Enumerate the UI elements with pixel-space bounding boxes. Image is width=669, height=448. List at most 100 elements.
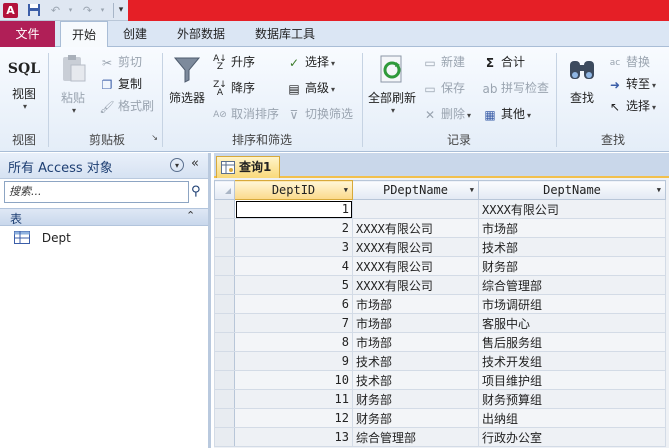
table-row[interactable]: 5 XXXX有限公司 综合管理部	[214, 275, 666, 295]
table-row[interactable]: 9 技术部 技术开发组	[214, 351, 666, 371]
find-button[interactable]: 查找	[562, 53, 602, 106]
cell-deptname[interactable]: 财务预算组	[478, 389, 666, 409]
replace-button[interactable]: ac 替换	[607, 52, 650, 72]
table-row[interactable]: 1 XXXX有限公司	[214, 199, 666, 219]
search-input[interactable]: 搜索...	[4, 181, 189, 203]
cell-deptid[interactable]: 2	[234, 218, 353, 238]
record-selector[interactable]	[214, 370, 235, 390]
selection-button[interactable]: ✓ 选择 ▾	[286, 52, 335, 72]
column-dropdown-icon[interactable]: ▼	[344, 186, 348, 194]
more-button[interactable]: ▦ 其他 ▾	[482, 104, 531, 124]
tab-home[interactable]: 开始	[60, 21, 108, 48]
cell-pdeptname[interactable]: 技术部	[352, 370, 479, 390]
collapse-pane-icon[interactable]: «	[191, 156, 199, 171]
copy-button[interactable]: ❐ 复制	[99, 74, 142, 94]
remove-sort-button[interactable]: A⊘ 取消排序	[212, 104, 279, 124]
column-header-deptid[interactable]: DeptID ▼	[234, 180, 353, 200]
record-selector[interactable]	[214, 199, 235, 219]
record-selector[interactable]	[214, 389, 235, 409]
table-row[interactable]: 8 市场部 售后服务组	[214, 332, 666, 352]
toggle-filter-button[interactable]: ⊽ 切换筛选	[286, 104, 353, 124]
cell-deptname[interactable]: 技术部	[478, 237, 666, 257]
table-row[interactable]: 3 XXXX有限公司 技术部	[214, 237, 666, 257]
tab-database-tools[interactable]: 数据库工具	[245, 21, 325, 47]
select-button[interactable]: ↖ 选择 ▾	[607, 96, 656, 116]
search-icon[interactable]: ⚲	[191, 184, 201, 199]
record-selector[interactable]	[214, 256, 235, 276]
record-selector[interactable]	[214, 351, 235, 371]
advanced-button[interactable]: ▤ 高级 ▾	[286, 78, 335, 98]
cell-deptid[interactable]: 5	[234, 275, 353, 295]
cell-deptid[interactable]: 6	[234, 294, 353, 314]
cell-deptname[interactable]: XXXX有限公司	[478, 199, 666, 219]
chevron-down-icon[interactable]: ▾	[170, 158, 184, 172]
cell-deptname[interactable]: 行政办公室	[478, 427, 666, 447]
cell-pdeptname[interactable]: 市场部	[352, 332, 479, 352]
cell-pdeptname[interactable]: XXXX有限公司	[352, 275, 479, 295]
record-selector[interactable]	[214, 237, 235, 257]
filter-button[interactable]: 筛选器	[166, 53, 208, 106]
tab-external-data[interactable]: 外部数据	[166, 21, 236, 47]
dialog-launcher-icon[interactable]: ↘	[151, 133, 158, 142]
record-selector[interactable]	[214, 294, 235, 314]
cell-deptname[interactable]: 财务部	[478, 256, 666, 276]
record-selector[interactable]	[214, 218, 235, 238]
cell-deptid[interactable]: 1	[234, 199, 353, 219]
record-selector[interactable]	[214, 313, 235, 333]
undo-dropdown-icon[interactable]: ▾	[63, 3, 78, 18]
cell-pdeptname[interactable]: 市场部	[352, 294, 479, 314]
record-selector[interactable]	[214, 275, 235, 295]
table-row[interactable]: 2 XXXX有限公司 市场部	[214, 218, 666, 238]
cell-deptid[interactable]: 12	[234, 408, 353, 428]
cell-deptid[interactable]: 7	[234, 313, 353, 333]
cell-deptid[interactable]: 11	[234, 389, 353, 409]
record-selector[interactable]	[214, 427, 235, 447]
goto-button[interactable]: ➜ 转至 ▾	[607, 74, 656, 94]
nav-item-dept[interactable]: Dept	[14, 230, 71, 250]
collapse-category-icon[interactable]: ⌃	[186, 209, 195, 222]
redo-icon[interactable]: ↷	[80, 3, 95, 18]
table-row[interactable]: 7 市场部 客服中心	[214, 313, 666, 333]
cell-deptname[interactable]: 技术开发组	[478, 351, 666, 371]
paste-button[interactable]: 粘贴 ▾	[53, 53, 93, 115]
undo-icon[interactable]: ↶	[48, 3, 63, 18]
cell-deptname[interactable]: 项目维护组	[478, 370, 666, 390]
table-row[interactable]: 11 财务部 财务预算组	[214, 389, 666, 409]
nav-pane-header[interactable]: 所有 Access 对象 ▾ «	[0, 153, 208, 179]
access-app-icon[interactable]: A	[3, 3, 18, 18]
spelling-button[interactable]: ab 拼写检查	[482, 78, 550, 98]
cell-pdeptname[interactable]: 财务部	[352, 408, 479, 428]
select-all-corner[interactable]	[214, 180, 235, 200]
nav-category-tables[interactable]: 表 ⌃	[0, 208, 208, 226]
save-icon[interactable]	[26, 3, 41, 18]
cell-deptname[interactable]: 市场调研组	[478, 294, 666, 314]
column-dropdown-icon[interactable]: ▼	[657, 186, 661, 194]
table-row[interactable]: 6 市场部 市场调研组	[214, 294, 666, 314]
cell-deptid[interactable]: 9	[234, 351, 353, 371]
cell-pdeptname[interactable]: XXXX有限公司	[352, 237, 479, 257]
refresh-all-button[interactable]: 全部刷新 ▾	[366, 53, 418, 115]
cell-pdeptname[interactable]: XXXX有限公司	[352, 256, 479, 276]
sort-descending-button[interactable]: Z↓ A 降序	[212, 78, 255, 98]
table-row[interactable]: 13 综合管理部 行政办公室	[214, 427, 666, 447]
table-row[interactable]: 4 XXXX有限公司 财务部	[214, 256, 666, 276]
view-button[interactable]: SQL 视图 ▾	[4, 53, 44, 111]
cell-pdeptname[interactable]	[352, 199, 479, 219]
cell-pdeptname[interactable]: 技术部	[352, 351, 479, 371]
column-header-pdeptname[interactable]: PDeptName ▼	[352, 180, 479, 200]
tab-file[interactable]: 文件	[0, 21, 55, 47]
save-record-button[interactable]: ▭ 保存	[422, 78, 465, 98]
tab-create[interactable]: 创建	[112, 21, 158, 47]
cell-pdeptname[interactable]: 市场部	[352, 313, 479, 333]
record-selector[interactable]	[214, 332, 235, 352]
cell-deptname[interactable]: 出纳组	[478, 408, 666, 428]
new-record-button[interactable]: ▭ 新建	[422, 52, 465, 72]
cell-deptname[interactable]: 售后服务组	[478, 332, 666, 352]
format-painter-button[interactable]: 🖌 格式刷	[99, 96, 154, 116]
cell-pdeptname[interactable]: 综合管理部	[352, 427, 479, 447]
totals-button[interactable]: Σ 合计	[482, 52, 525, 72]
cell-deptname[interactable]: 综合管理部	[478, 275, 666, 295]
cut-button[interactable]: ✂ 剪切	[99, 52, 142, 72]
cell-deptid[interactable]: 4	[234, 256, 353, 276]
cell-pdeptname[interactable]: XXXX有限公司	[352, 218, 479, 238]
